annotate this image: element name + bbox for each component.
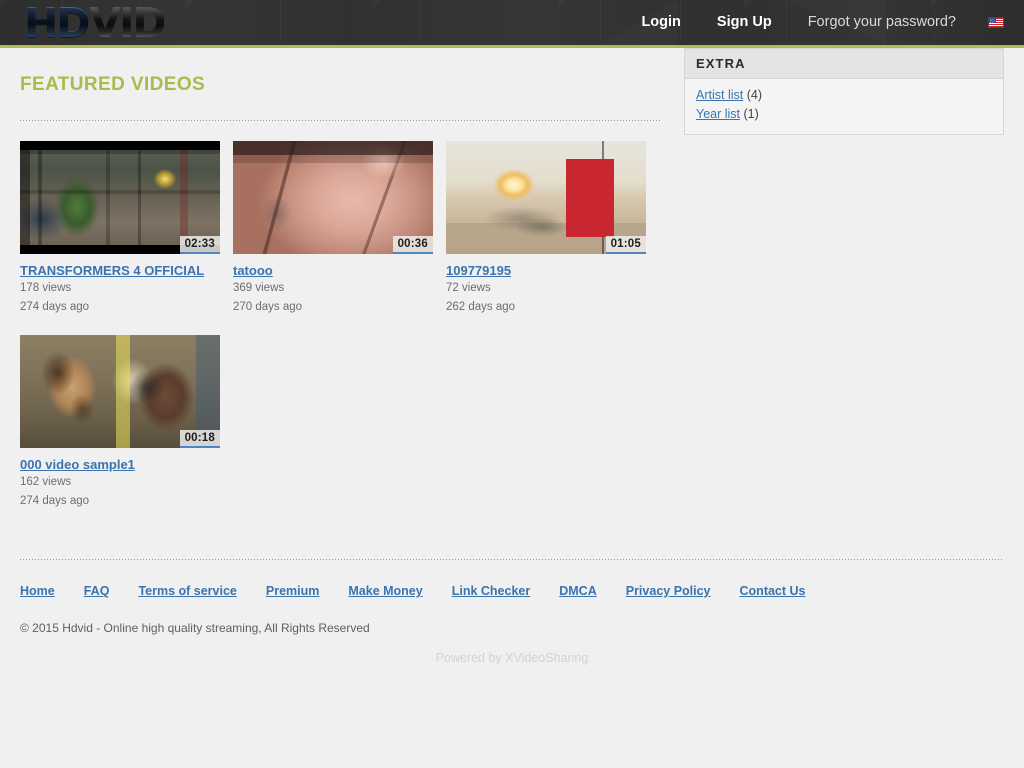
extra-box: EXTRA Artist list (4) Year list (1) (684, 48, 1004, 135)
site-logo[interactable]: HDVID (24, 2, 164, 44)
sidebar: EXTRA Artist list (4) Year list (1) (684, 48, 1004, 135)
year-list-count: (1) (744, 107, 759, 121)
site-footer: Home FAQ Terms of service Premium Make M… (20, 559, 1004, 665)
footer-link-link-checker[interactable]: Link Checker (452, 584, 531, 598)
site-header: HDVID Login Sign Up Forgot your password… (0, 0, 1024, 48)
video-title-link[interactable]: 109779195 (446, 263, 646, 278)
footer-link-privacy-policy[interactable]: Privacy Policy (626, 584, 711, 598)
video-grid: 02:33 TRANSFORMERS 4 OFFICIAL 178 views … (20, 141, 660, 529)
video-age: 262 days ago (446, 300, 646, 316)
footer-link-contact-us[interactable]: Contact Us (740, 584, 806, 598)
footer-links: Home FAQ Terms of service Premium Make M… (20, 584, 1004, 598)
header-decoration (280, 0, 281, 42)
video-duration-badge: 01:05 (606, 236, 646, 254)
video-duration-badge: 00:18 (180, 430, 220, 448)
video-views: 178 views (20, 281, 220, 297)
video-thumbnail[interactable]: 01:05 (446, 141, 646, 254)
video-age: 270 days ago (233, 300, 433, 316)
extra-box-title: EXTRA (685, 49, 1003, 79)
us-flag-icon[interactable] (988, 17, 1004, 28)
video-duration-badge: 02:33 (180, 236, 220, 254)
page-title: FEATURED VIDEOS (20, 74, 660, 96)
video-title-link[interactable]: tatooo (233, 263, 433, 278)
footer-separator (20, 559, 1004, 560)
logo-text-hd: HD (24, 0, 88, 47)
header-decoration (420, 0, 421, 42)
footer-link-make-money[interactable]: Make Money (348, 584, 422, 598)
content-columns: FEATURED VIDEOS 02:33 TRANSFORMERS 4 OFF… (20, 48, 1004, 529)
nav-signup[interactable]: Sign Up (699, 0, 790, 45)
logo-text-vid: VID (89, 0, 164, 47)
video-views: 369 views (233, 281, 433, 297)
artist-list-count: (4) (747, 88, 762, 102)
video-thumbnail[interactable]: 00:36 (233, 141, 433, 254)
video-card: 00:36 tatooo 369 views 270 days ago (233, 141, 433, 315)
flag-canton (989, 18, 996, 23)
footer-link-faq[interactable]: FAQ (84, 584, 110, 598)
extra-row-artist-list: Artist list (4) (696, 86, 992, 105)
powered-by-text: Powered by XVideoSharing (20, 651, 1004, 665)
footer-link-dmca[interactable]: DMCA (559, 584, 597, 598)
page-body: FEATURED VIDEOS 02:33 TRANSFORMERS 4 OFF… (0, 48, 1024, 665)
header-nav: Login Sign Up Forgot your password? (623, 0, 1004, 45)
extra-box-body: Artist list (4) Year list (1) (685, 79, 1003, 134)
footer-link-home[interactable]: Home (20, 584, 55, 598)
video-age: 274 days ago (20, 300, 220, 316)
video-card: 00:18 000 video sample1 162 views 274 da… (20, 335, 220, 509)
video-age: 274 days ago (20, 494, 220, 510)
video-duration-badge: 00:36 (393, 236, 433, 254)
video-views: 72 views (446, 281, 646, 297)
video-thumbnail[interactable]: 02:33 (20, 141, 220, 254)
nav-login[interactable]: Login (623, 0, 698, 45)
copyright-text: © 2015 Hdvid - Online high quality strea… (20, 621, 1004, 635)
footer-link-premium[interactable]: Premium (266, 584, 320, 598)
extra-row-year-list: Year list (1) (696, 105, 992, 124)
footer-link-terms-of-service[interactable]: Terms of service (138, 584, 236, 598)
video-title-link[interactable]: 000 video sample1 (20, 457, 220, 472)
video-views: 162 views (20, 475, 220, 491)
video-card: 01:05 109779195 72 views 262 days ago (446, 141, 646, 315)
year-list-link[interactable]: Year list (696, 107, 740, 121)
video-title-link[interactable]: TRANSFORMERS 4 OFFICIAL (20, 263, 220, 278)
video-thumbnail[interactable]: 00:18 (20, 335, 220, 448)
title-separator (20, 120, 660, 121)
main-column: FEATURED VIDEOS 02:33 TRANSFORMERS 4 OFF… (20, 48, 660, 529)
artist-list-link[interactable]: Artist list (696, 88, 743, 102)
video-card: 02:33 TRANSFORMERS 4 OFFICIAL 178 views … (20, 141, 220, 315)
nav-forgot-password[interactable]: Forgot your password? (790, 0, 974, 45)
